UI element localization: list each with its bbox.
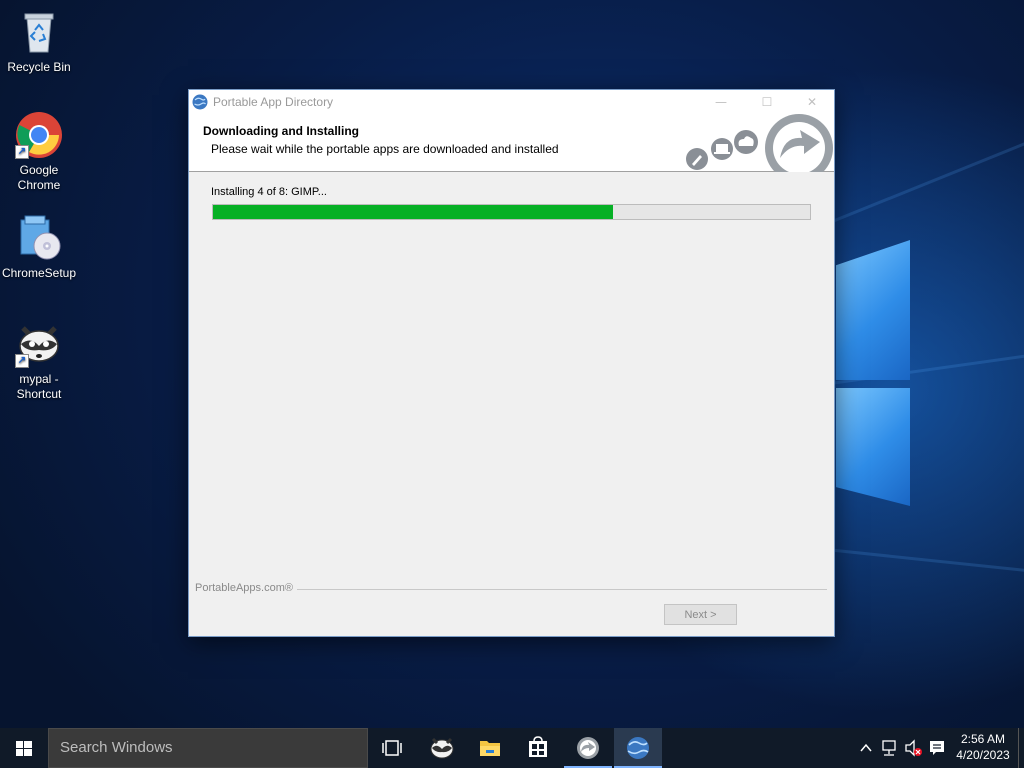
desktop-icon-mypal[interactable]: ↗ mypal - Shortcut [1,320,77,402]
header-title: Downloading and Installing [203,124,359,138]
desktop-icon-label: mypal - Shortcut [16,372,62,401]
search-box[interactable]: Search Windows [48,728,368,768]
globe-icon [627,737,649,759]
search-placeholder: Search Windows [60,739,173,756]
shortcut-arrow-icon: ↗ [15,354,29,368]
close-button[interactable]: ✕ [789,90,835,114]
globe-icon [192,94,208,110]
minimize-button[interactable]: — [698,90,744,114]
header-subtitle: Please wait while the portable apps are … [211,142,559,156]
taskbar-store-button[interactable] [514,728,562,768]
portableapps-icon [577,737,599,759]
installer-window: Portable App Directory — ☐ ✕ Downloading… [188,89,835,637]
action-center-button[interactable] [926,728,948,768]
windows-logo-icon [16,741,32,756]
wizard-content: Installing 4 of 8: GIMP... PortableApps.… [189,172,834,636]
volume-button[interactable] [902,728,924,768]
desktop-icon-label: Recycle Bin [7,60,71,74]
network-icon [882,740,896,756]
minimize-icon: — [715,95,727,109]
raccoon-icon [430,737,454,759]
clock-date: 4/20/2023 [956,748,1010,762]
taskbar: Search Windows 2:56 AM 4/20/2023 [0,728,1024,768]
shortcut-arrow-icon: ↗ [15,145,29,159]
clock-time: 2:56 AM [960,732,1006,746]
task-view-button[interactable] [368,728,416,768]
chevron-up-icon [860,743,872,752]
portableapps-graphic [684,114,834,182]
taskbar-file-explorer-button[interactable] [466,728,514,768]
store-icon [529,736,547,757]
desktop-icon-label: Google Chrome [17,163,61,192]
brand-label: PortableApps.com® [195,582,297,594]
clock[interactable]: 2:56 AM 4/20/2023 [952,731,1014,763]
maximize-button[interactable]: ☐ [744,90,790,114]
maximize-icon: ☐ [761,95,773,109]
title-bar[interactable]: Portable App Directory — ☐ ✕ [189,90,834,114]
progress-bar-fill [213,205,613,219]
close-icon: ✕ [806,95,818,109]
taskbar-portableapps-button[interactable] [564,728,612,768]
folder-icon [480,741,500,756]
desktop-icon-google-chrome[interactable]: ↗ Google Chrome [1,111,77,193]
install-status-text: Installing 4 of 8: GIMP... [211,186,327,198]
raccoon-icon: ↗ [15,320,63,368]
install-progress-bar [212,204,811,220]
task-view-icon [382,740,402,756]
recycle-bin-icon [15,8,63,56]
show-desktop-button[interactable] [1018,728,1024,768]
network-button[interactable] [878,728,900,768]
start-button[interactable] [0,728,48,768]
window-title: Portable App Directory [213,95,334,109]
next-button[interactable]: Next > [664,604,737,625]
wallpaper-logo-pane [836,388,910,506]
installer-icon [15,214,63,262]
wallpaper-logo-pane [836,240,910,380]
taskbar-app-directory-button[interactable] [614,728,662,768]
brand-row: PortableApps.com® [195,582,827,598]
desktop-icon-label: ChromeSetup [1,266,77,280]
volume-muted-icon [905,739,922,757]
show-hidden-icons-button[interactable] [856,728,876,768]
taskbar-mypal-button[interactable] [418,728,466,768]
desktop-icon-recycle-bin[interactable]: Recycle Bin [1,8,77,75]
chrome-icon: ↗ [15,111,63,159]
desktop-icon-chromesetup[interactable]: ChromeSetup [1,214,77,281]
wizard-header: Downloading and Installing Please wait w… [189,114,834,182]
notification-icon [930,741,944,755]
